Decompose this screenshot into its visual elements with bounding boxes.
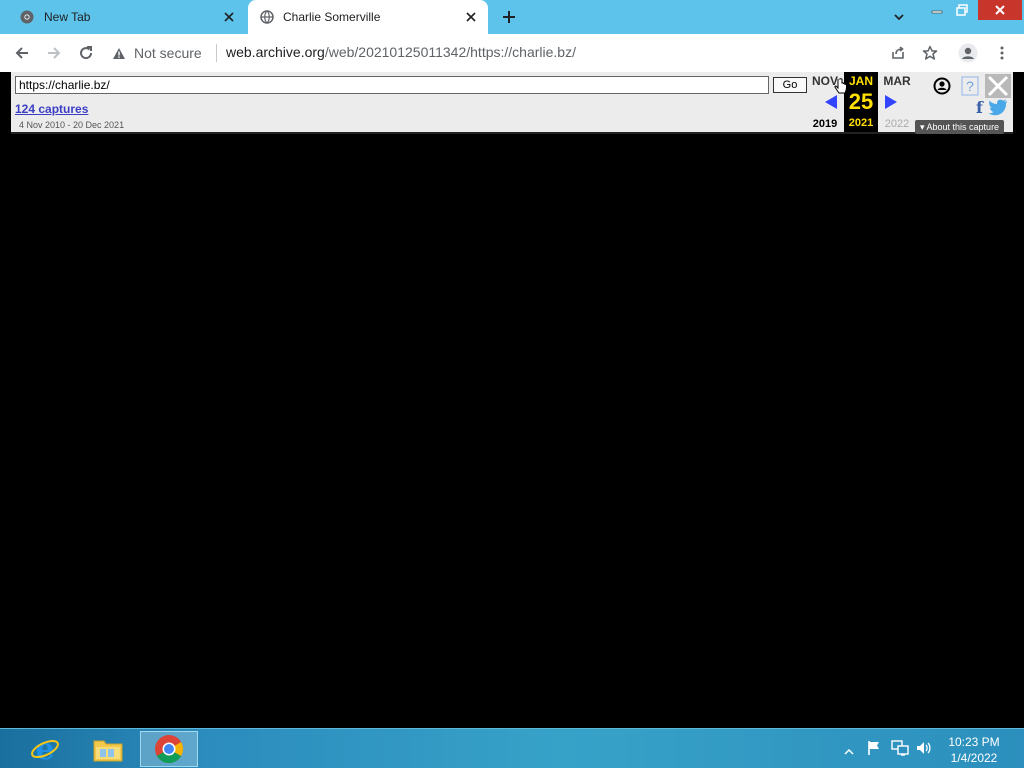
back-button[interactable]: [10, 41, 34, 65]
hand-cursor-icon: [834, 78, 848, 101]
new-tab-button[interactable]: [498, 6, 520, 28]
address-bar[interactable]: web.archive.org/web/20210125011342/https…: [226, 44, 576, 60]
globe-icon: [260, 10, 274, 24]
profile-avatar-icon[interactable]: [956, 41, 980, 65]
clock-time[interactable]: 10:23 PM: [946, 735, 1002, 749]
twitter-icon[interactable]: [988, 98, 1008, 121]
security-indicator[interactable]: Not secure: [112, 43, 202, 63]
taskbar: e 10:23 PM 1/4/2022: [0, 728, 1024, 768]
kebab-menu-icon[interactable]: [990, 41, 1014, 65]
internet-explorer-icon[interactable]: e: [16, 731, 74, 767]
url-path: /web/20210125011342/https://charlie.bz/: [324, 44, 576, 60]
svg-text:e: e: [35, 734, 54, 764]
forward-button[interactable]: [42, 41, 66, 65]
wayback-toolbar: Go 124 captures 4 Nov 2010 - 20 Dec 2021…: [11, 72, 1013, 134]
prev-year-link[interactable]: 2019: [808, 118, 842, 130]
browser-toolbar: Not secure web.archive.org/web/202101250…: [0, 34, 1024, 72]
tab-charlie-somerville[interactable]: Charlie Somerville: [248, 0, 488, 34]
current-capture-date: JAN 25 2021: [844, 72, 878, 132]
url-host: web.archive.org: [226, 44, 325, 60]
screen: New Tab Charlie Somerville Not secure we…: [0, 0, 1024, 768]
tab-title: New Tab: [44, 10, 91, 24]
show-hidden-icons-icon[interactable]: [844, 743, 854, 761]
minimize-button[interactable]: [926, 0, 948, 20]
captures-link[interactable]: 124 captures: [15, 102, 88, 116]
current-year: 2021: [848, 117, 874, 129]
next-month-link[interactable]: MAR: [880, 74, 914, 88]
clock-date[interactable]: 1/4/2022: [946, 751, 1002, 765]
window-close-button[interactable]: [978, 0, 1022, 20]
account-icon[interactable]: [933, 77, 951, 100]
wayback-url-input[interactable]: [15, 76, 769, 94]
tab-strip: New Tab Charlie Somerville: [0, 0, 1024, 34]
tab-title: Charlie Somerville: [283, 10, 381, 24]
about-capture-button[interactable]: ▾ About this capture: [915, 120, 1005, 134]
next-year-label: 2022: [884, 118, 910, 130]
volume-icon[interactable]: [915, 740, 933, 761]
action-center-flag-icon[interactable]: [866, 740, 882, 761]
security-label: Not secure: [134, 45, 202, 61]
network-icon[interactable]: [891, 740, 909, 761]
help-label: ?: [966, 78, 974, 94]
file-explorer-icon[interactable]: [79, 731, 137, 767]
chrome-icon: [20, 10, 34, 24]
go-button[interactable]: Go: [773, 77, 807, 93]
close-icon[interactable]: [220, 8, 238, 26]
warning-icon: [113, 47, 125, 59]
share-icon[interactable]: [886, 41, 910, 65]
bookmark-star-icon[interactable]: [918, 41, 942, 65]
current-day: 25: [848, 89, 874, 114]
close-icon[interactable]: [462, 8, 480, 26]
current-month: JAN: [848, 74, 873, 88]
facebook-icon[interactable]: f: [976, 98, 983, 117]
restore-button[interactable]: [950, 0, 974, 20]
capture-range: 4 Nov 2010 - 20 Dec 2021: [19, 120, 125, 130]
reload-button[interactable]: [74, 41, 98, 65]
tab-search-button[interactable]: [888, 6, 910, 28]
omnibox-divider: [216, 44, 217, 62]
next-capture-arrow-icon[interactable]: [883, 94, 899, 115]
tab-new-tab[interactable]: New Tab: [0, 0, 246, 34]
chrome-icon[interactable]: [140, 731, 198, 767]
